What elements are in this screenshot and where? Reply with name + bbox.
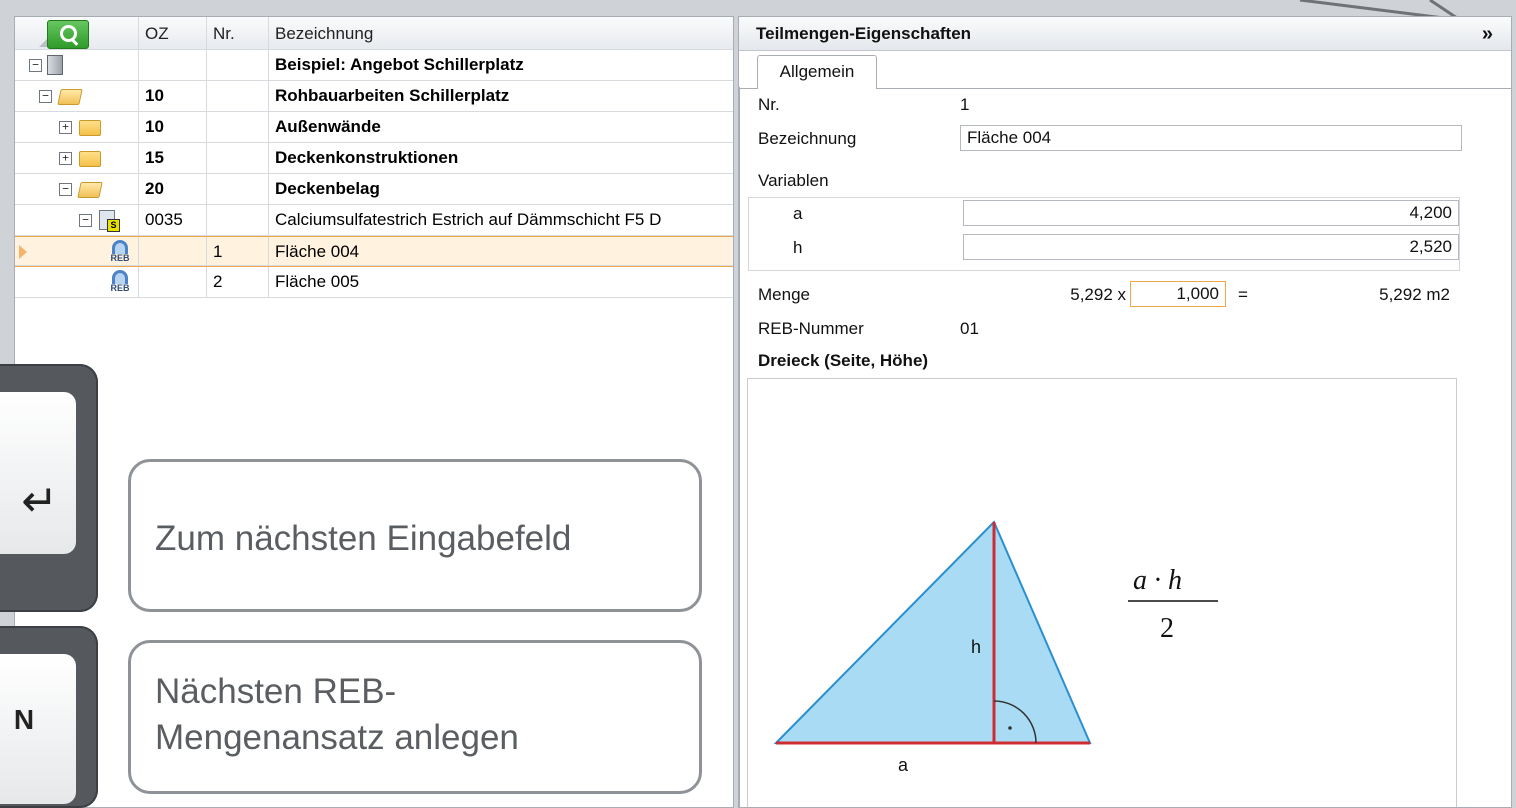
row-oz [139,237,207,266]
row-bezeichnung: Fläche 004 [269,237,733,266]
header-oz[interactable]: OZ [139,17,207,50]
row-oz [139,50,207,81]
collapse-toggle-icon[interactable]: − [29,59,42,72]
tree-row-group[interactable]: − 20 Deckenbelag [15,174,733,205]
row-oz: 20 [139,174,207,205]
position-badge: S [107,219,120,232]
collapse-panel-button[interactable]: » [1482,17,1493,51]
row-oz: 0035 [139,205,207,236]
callout-n-line2: Mengenansatz anlegen [155,718,519,757]
search-button[interactable] [47,20,89,49]
row-nr [207,112,269,143]
collapse-toggle-icon[interactable]: − [79,214,92,227]
collapse-toggle-icon[interactable]: − [39,90,52,103]
reb-number-value: 01 [960,319,979,338]
n-key: N [0,626,98,808]
header-nr[interactable]: Nr. [207,17,269,50]
corner-triangle-icon [39,39,47,47]
row-oz: 15 [139,143,207,174]
folder-open-icon [57,89,83,105]
menge-label: Menge [758,285,810,304]
reb-icon: REB [105,239,135,265]
menge-base: 5,292 x [1070,285,1126,304]
var-a-label: a [793,204,803,223]
properties-title: Teilmengen-Eigenschaften » [739,17,1511,51]
enter-key: ↵ [0,364,98,612]
row-bezeichnung: Beispiel: Angebot Schillerplatz [269,50,733,81]
formula-denominator: 2 [1160,613,1174,644]
callout-n: Nächsten REB- Mengenansatz anlegen [128,640,702,794]
formula-title: Dreieck (Seite, Höhe) [758,351,929,370]
row-nr: 1 [207,237,269,266]
tree-row-group[interactable]: + 10 Außenwände [15,112,733,143]
tree-row-group[interactable]: + 15 Deckenkonstruktionen [15,143,733,174]
formula-figure: h a a · h 2 [747,378,1457,807]
var-a-input[interactable]: 4,200 [963,200,1459,226]
bezeichnung-label: Bezeichnung [758,129,857,148]
folder-open-icon [77,182,103,198]
expand-toggle-icon[interactable]: + [59,152,72,165]
var-h-label: h [793,238,803,257]
triangle-diagram: h a a · h 2 [773,520,1218,775]
header-tools [15,17,139,50]
row-nr [207,50,269,81]
folder-icon [79,120,101,136]
row-nr [207,143,269,174]
row-bezeichnung: Calciumsulfatestrich Estrich auf Dämmsch… [269,205,733,236]
menge-factor-input[interactable]: 1,000 [1130,281,1226,307]
properties-panel: Teilmengen-Eigenschaften » Allgemein Nr.… [738,16,1512,808]
row-bezeichnung: Deckenkonstruktionen [269,143,733,174]
row-nr [207,81,269,112]
row-nr: 2 [207,267,269,298]
project-icon [47,55,63,75]
figure-label-a: a [898,755,909,775]
tree-row-reb-selected[interactable]: REB 1 Fläche 004 [15,236,733,267]
header-bezeichnung[interactable]: Bezeichnung [269,17,733,50]
properties-content: Nr. 1 Bezeichnung Fläche 004 Variablen a… [739,87,1511,807]
enter-key-icon: ↵ [21,476,58,527]
menge-result: 5,292 m2 [1379,285,1450,304]
reb-icon: REB [105,269,135,295]
reb-number-label: REB-Nummer [758,319,864,338]
figure-label-h: h [971,637,981,657]
position-icon: S [99,210,120,232]
tree-row-group[interactable]: − 10 Rohbauarbeiten Schillerplatz [15,81,733,112]
n-key-label: N [13,704,35,735]
tree-row-reb[interactable]: REB 2 Fläche 005 [15,267,733,298]
row-bezeichnung: Außenwände [269,112,733,143]
folder-icon [79,151,101,167]
grid-header: OZ Nr. Bezeichnung [15,17,733,50]
row-nr [207,205,269,236]
callout-enter: Zum nächsten Eingabefeld [128,459,702,612]
nr-value: 1 [960,95,970,114]
menge-equals: = [1238,285,1248,304]
variables-box: a 4,200 h 2,520 [748,197,1460,271]
tree-row-project[interactable]: − Beispiel: Angebot Schillerplatz [15,50,733,81]
tree-row-position[interactable]: − S 0035 Calciumsulfatestrich Estrich au… [15,205,733,236]
row-oz: 10 [139,81,207,112]
variables-label: Variablen [758,171,829,190]
tab-bar: Allgemein [739,51,1511,89]
tab-allgemein[interactable]: Allgemein [757,55,877,89]
expand-toggle-icon[interactable]: + [59,121,72,134]
row-bezeichnung: Deckenbelag [269,174,733,205]
nr-label: Nr. [758,95,780,114]
row-bezeichnung: Fläche 005 [269,267,733,298]
row-bezeichnung: Rohbauarbeiten Schillerplatz [269,81,733,112]
callout-n-line1: Nächsten REB- [155,672,397,711]
bezeichnung-input[interactable]: Fläche 004 [960,125,1462,151]
var-h-input[interactable]: 2,520 [963,234,1459,260]
row-nr [207,174,269,205]
row-oz [139,267,207,298]
row-oz: 10 [139,112,207,143]
collapse-toggle-icon[interactable]: − [59,183,72,196]
formula-numerator: a · h [1133,565,1182,596]
